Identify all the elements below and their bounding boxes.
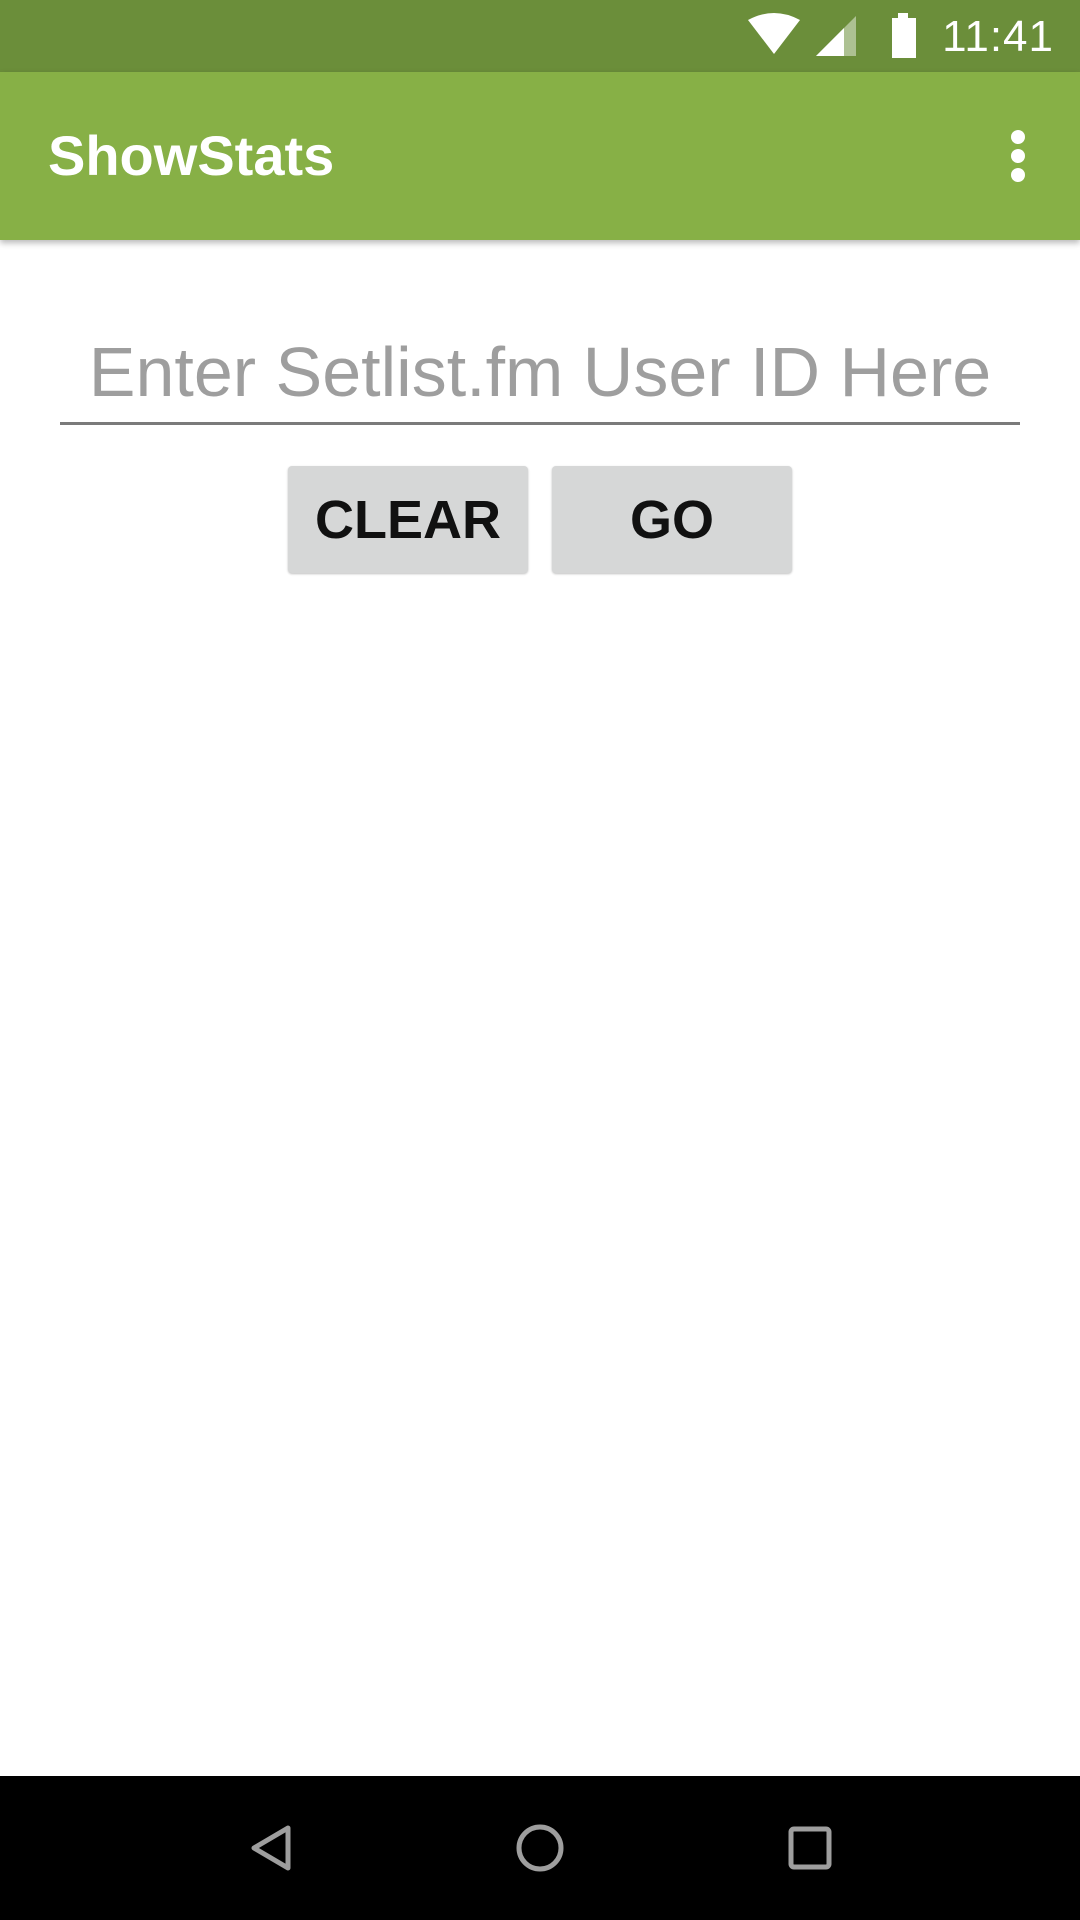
wifi-icon bbox=[746, 0, 802, 77]
user-id-input[interactable] bbox=[60, 322, 1020, 425]
status-bar: 11:41 bbox=[0, 0, 1080, 72]
home-icon[interactable] bbox=[490, 1798, 590, 1898]
app-bar: ShowStats bbox=[0, 72, 1080, 240]
battery-icon bbox=[888, 0, 922, 77]
more-vert-icon[interactable] bbox=[978, 116, 1058, 196]
app-title: ShowStats bbox=[48, 124, 335, 187]
clear-button[interactable]: CLEAR bbox=[288, 466, 528, 573]
back-icon[interactable] bbox=[220, 1798, 320, 1898]
go-button[interactable]: GO bbox=[552, 466, 792, 573]
navigation-bar bbox=[0, 1776, 1080, 1920]
status-time: 11:41 bbox=[942, 12, 1054, 61]
recents-icon[interactable] bbox=[760, 1798, 860, 1898]
cell-signal-icon bbox=[814, 0, 858, 77]
